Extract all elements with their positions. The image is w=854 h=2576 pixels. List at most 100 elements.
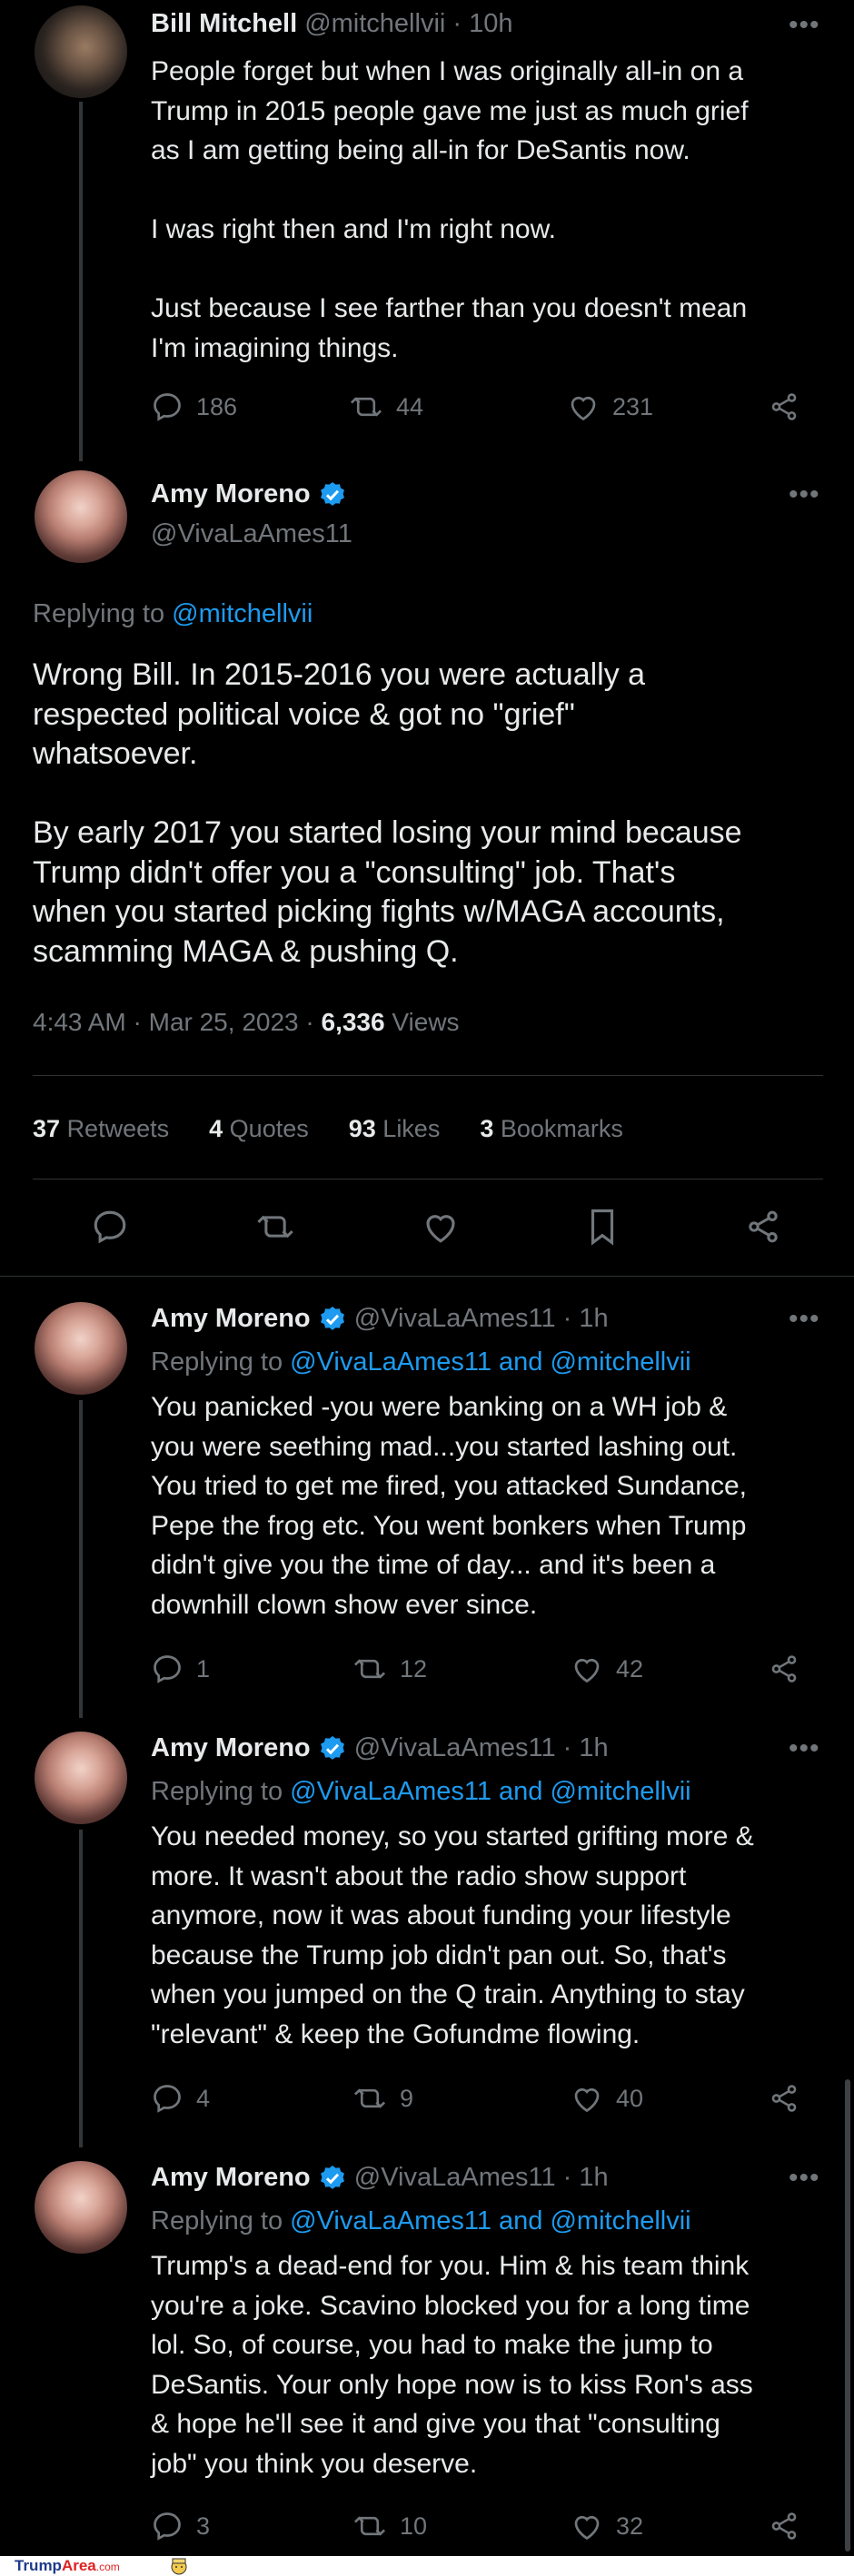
logo-part-c: .com: [95, 2561, 120, 2573]
reply-button[interactable]: 4: [151, 2082, 353, 2115]
more-options-icon[interactable]: •••: [789, 1306, 820, 1333]
author-name[interactable]: Bill Mitchell: [151, 9, 297, 38]
logo-part-b: Area: [61, 2557, 96, 2574]
avatar[interactable]: [35, 1302, 127, 1395]
retweet-button[interactable]: [255, 1208, 295, 1246]
retweet-icon: [350, 397, 382, 417]
like-button[interactable]: 40: [571, 2083, 769, 2114]
retweet-button[interactable]: 44: [349, 390, 567, 423]
avatar[interactable]: [35, 5, 127, 98]
stat-bookmarks[interactable]: 3 Bookmarks: [480, 1115, 623, 1143]
views-count: 6,336: [321, 1008, 385, 1036]
share-button[interactable]: [769, 2511, 799, 2541]
stat-retweets[interactable]: 37 Retweets: [33, 1115, 169, 1143]
tweet-timestamp[interactable]: 4:43 AM · Mar 25, 2023 ·: [33, 1008, 314, 1036]
tweet-text: You panicked -you were banking on a WH j…: [151, 1392, 747, 1620]
like-button[interactable]: [422, 1209, 460, 1245]
reply-button[interactable]: [91, 1208, 129, 1246]
author-handle[interactable]: @mitchellvii: [304, 9, 445, 38]
retweet-count: 9: [400, 2084, 414, 2112]
avatar[interactable]: [35, 470, 127, 563]
replying-to: Replying to @VivaLaAmes11 and @mitchellv…: [151, 2206, 691, 2236]
like-button[interactable]: 32: [571, 2511, 769, 2541]
reply-tweet[interactable]: Amy Moreno @VivaLaAmes11 · 1h ••• Replyi…: [0, 2148, 854, 2552]
replying-mention[interactable]: @VivaLaAmes11 and @mitchellvii: [290, 2206, 690, 2235]
reply-icon: [94, 1210, 126, 1244]
reply-button[interactable]: 186: [151, 390, 349, 423]
replying-mention[interactable]: @VivaLaAmes11 and @mitchellvii: [290, 1347, 690, 1377]
retweet-button[interactable]: 9: [353, 2082, 571, 2115]
stat-likes[interactable]: 93 Likes: [349, 1115, 441, 1143]
focused-tweet: Amy Moreno @VivaLaAmes11 ••• Replying to…: [0, 461, 854, 1278]
reply-button[interactable]: 1: [151, 1653, 353, 1685]
share-button[interactable]: [769, 391, 799, 422]
like-count: 40: [616, 2084, 644, 2112]
scrollbar[interactable]: [845, 2079, 850, 2551]
retweet-button[interactable]: 12: [353, 1653, 571, 1685]
like-button[interactable]: 42: [571, 1653, 769, 1684]
replying-to: Replying to @VivaLaAmes11 and @mitchellv…: [151, 1777, 691, 1807]
tweet-text: People forget but when I was originally …: [151, 56, 749, 363]
retweet-icon: [257, 1215, 293, 1239]
replying-mention[interactable]: @mitchellvii: [172, 599, 313, 628]
like-button[interactable]: 231: [567, 391, 769, 422]
more-options-icon[interactable]: •••: [789, 1735, 820, 1762]
tweet-header: Amy Moreno @VivaLaAmes11 · 1h: [151, 2163, 609, 2193]
tweet-meta: 4:43 AM · Mar 25, 2023 · 6,336 Views: [33, 1008, 460, 1037]
replying-prefix: Replying to: [151, 2206, 283, 2235]
site-logo: TrumpArea.com: [15, 2557, 120, 2575]
heart-icon: [426, 1215, 455, 1243]
more-options-icon[interactable]: •••: [789, 12, 820, 39]
heart-icon: [571, 396, 596, 421]
reply-count: 186: [196, 392, 238, 420]
divider: [0, 1276, 854, 1277]
share-icon: [771, 2512, 797, 2540]
thread-line: [79, 1830, 83, 2147]
tweet-time[interactable]: · 1h: [563, 1304, 609, 1333]
tweet-bill-mitchell[interactable]: Bill Mitchell @mitchellvii · 10h ••• Peo…: [0, 0, 854, 461]
author-name[interactable]: Amy Moreno: [151, 1733, 311, 1762]
tweet-actions: 1 12 42: [151, 1653, 823, 1685]
retweet-button[interactable]: 10: [353, 2510, 571, 2542]
reply-button[interactable]: 3: [151, 2510, 353, 2542]
stat-quotes[interactable]: 4 Quotes: [209, 1115, 309, 1143]
author-handle[interactable]: @VivaLaAmes11: [354, 1733, 556, 1762]
author-name[interactable]: Amy Moreno: [151, 2163, 311, 2192]
heart-icon: [574, 1658, 600, 1683]
tweet-time[interactable]: · 1h: [563, 2163, 609, 2192]
replying-prefix: Replying to: [151, 1777, 283, 1806]
like-count: 42: [616, 1654, 644, 1683]
author-handle[interactable]: @VivaLaAmes11: [354, 1304, 556, 1333]
reply-tweet[interactable]: Amy Moreno @VivaLaAmes11 · 1h ••• Replyi…: [0, 1289, 854, 1718]
tweet-actions: [91, 1208, 781, 1246]
share-button[interactable]: [769, 2083, 799, 2114]
reply-tweet[interactable]: Amy Moreno @VivaLaAmes11 · 1h ••• Replyi…: [0, 1719, 854, 2147]
tweet-actions: 3 10 32: [151, 2510, 823, 2542]
avatar[interactable]: [35, 2161, 127, 2254]
verified-badge-icon: [320, 1307, 344, 1331]
divider: [33, 1075, 823, 1076]
reply-count: 3: [196, 2512, 211, 2540]
author-handle[interactable]: @VivaLaAmes11: [151, 519, 353, 549]
share-icon: [771, 2085, 797, 2112]
author-name[interactable]: Amy Moreno: [151, 479, 311, 508]
tweet-time[interactable]: · 1h: [563, 1733, 609, 1762]
replying-to: Replying to @VivaLaAmes11 and @mitchellv…: [151, 1347, 691, 1377]
replying-mention[interactable]: @VivaLaAmes11 and @mitchellvii: [290, 1777, 690, 1806]
like-count: 32: [616, 2512, 644, 2540]
share-icon: [771, 393, 797, 420]
bookmark-button[interactable]: [586, 1208, 619, 1246]
author-name[interactable]: Amy Moreno: [151, 1304, 311, 1333]
share-button[interactable]: [769, 1653, 799, 1684]
author-handle[interactable]: @VivaLaAmes11: [354, 2163, 556, 2192]
replying-to: Replying to @mitchellvii: [33, 599, 313, 629]
avatar[interactable]: [35, 1732, 127, 1824]
more-options-icon[interactable]: •••: [789, 2165, 820, 2192]
share-button[interactable]: [745, 1209, 781, 1245]
tweet-time[interactable]: · 10h: [452, 9, 512, 38]
more-options-icon[interactable]: •••: [789, 481, 820, 508]
views-label: Views: [392, 1008, 460, 1036]
share-icon: [771, 1655, 797, 1683]
tweet-text: Wrong Bill. In 2015-2016 you were actual…: [33, 657, 742, 969]
reply-icon: [154, 2085, 181, 2113]
